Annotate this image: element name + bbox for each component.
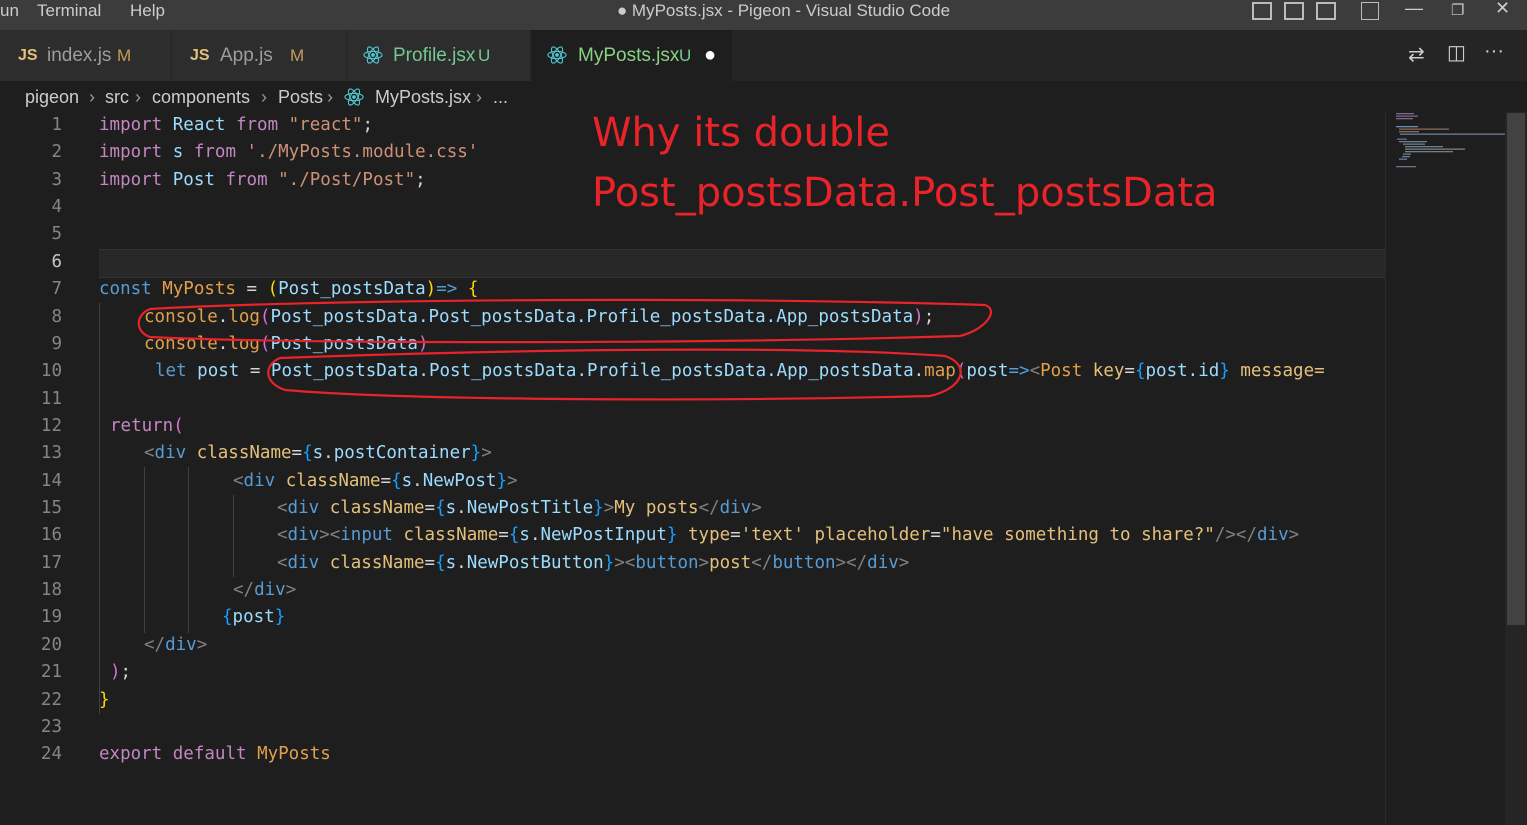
current-line-highlight — [99, 249, 1385, 278]
line-number: 14 — [40, 471, 62, 491]
line-number: 1 — [51, 115, 62, 135]
code-line-20: </div> — [144, 635, 208, 655]
code-line-24: export default MyPosts — [99, 744, 331, 764]
tab-profile-jsx[interactable]: Profile.jsx U — [347, 30, 531, 81]
minimap-preview — [1396, 113, 1510, 168]
indent-guide — [99, 303, 100, 714]
line-number: 2 — [51, 142, 62, 162]
code-editor[interactable]: 1 2 3 4 5 6 7 8 9 10 11 12 13 14 15 16 1… — [0, 112, 1385, 825]
tab-label: index.js — [47, 45, 112, 66]
tab-index-js[interactable]: JS index.js M — [0, 30, 172, 81]
breadcrumb-posts[interactable]: Posts — [278, 82, 323, 112]
js-file-icon: JS — [18, 47, 38, 64]
line-number: 20 — [40, 635, 62, 655]
chevron-right-icon: › — [261, 87, 267, 107]
restore-icon[interactable]: ❐ — [1451, 1, 1464, 19]
code-line-18: </div> — [233, 580, 297, 600]
line-number: 16 — [40, 525, 62, 545]
compare-changes-icon[interactable]: ⇄ — [1408, 42, 1425, 67]
modified-badge: M — [117, 46, 132, 65]
tab-label: Profile.jsx — [393, 45, 476, 66]
breadcrumb: pigeon › src › components › Posts › MyPo… — [0, 82, 1385, 112]
code-line-14: <div className={s.NewPost}> — [233, 471, 518, 491]
line-number: 24 — [40, 744, 62, 764]
chevron-right-icon: › — [89, 87, 95, 107]
code-line-21: ); — [110, 662, 132, 682]
line-number: 11 — [40, 389, 62, 409]
line-number: 23 — [40, 717, 62, 737]
code-line-7: const MyPosts = (Post_postsData)=> { — [99, 279, 479, 299]
react-icon — [547, 46, 567, 64]
code-line-10: let post = Post_postsData.Post_postsData… — [155, 361, 1325, 381]
title-bar: un Terminal Help ● MyPosts.jsx - Pigeon … — [0, 0, 1527, 30]
code-line-16: <div><input className={s.NewPostInput} t… — [277, 525, 1300, 545]
breadcrumb-src[interactable]: src — [105, 82, 129, 112]
annotation-question-line-2: Post_postsData.Post_postsData — [592, 170, 1218, 216]
code-line-19: {post} — [222, 607, 286, 627]
line-number: 4 — [51, 197, 62, 217]
untracked-badge: U — [679, 46, 692, 65]
code-line-3: import Post from "./Post/Post"; — [99, 170, 426, 190]
split-editor-icon[interactable]: ◫ — [1447, 40, 1466, 65]
scrollbar-thumb[interactable] — [1507, 113, 1525, 625]
close-icon[interactable]: ✕ — [1495, 0, 1510, 19]
chevron-right-icon: › — [135, 87, 141, 107]
toggle-secondary-sidebar-icon[interactable] — [1316, 2, 1336, 20]
unsaved-dot-icon[interactable]: ● — [704, 30, 716, 81]
code-line-1: import React from "react"; — [99, 115, 373, 135]
code-line-13: <div className={s.postContainer}> — [144, 443, 492, 463]
toggle-panel-icon[interactable] — [1284, 2, 1304, 20]
indent-guide — [188, 467, 189, 633]
line-number: 21 — [40, 662, 62, 682]
toggle-primary-sidebar-icon[interactable] — [1252, 2, 1272, 20]
line-number: 5 — [51, 224, 62, 244]
chevron-right-icon: › — [476, 87, 482, 107]
line-number: 9 — [51, 334, 62, 354]
react-icon — [363, 46, 383, 64]
tab-myposts-jsx[interactable]: MyPosts.jsx U ● — [531, 30, 733, 81]
line-number: 22 — [40, 690, 62, 710]
indent-guide — [233, 495, 234, 577]
breadcrumb-symbol[interactable]: ... — [493, 82, 508, 112]
breadcrumb-components[interactable]: components — [152, 82, 250, 112]
line-number: 12 — [40, 416, 62, 436]
line-number: 6 — [51, 252, 62, 272]
tab-bar: JS index.js M JS App.js M Profile.jsx U … — [0, 30, 1527, 81]
annotation-overlay — [137, 298, 992, 401]
untracked-badge: U — [478, 46, 491, 65]
code-line-15: <div className={s.NewPostTitle}>My posts… — [277, 498, 762, 518]
indent-guide — [144, 467, 145, 633]
code-line-9: console.log(Post_postsData) — [144, 334, 429, 354]
line-number: 17 — [40, 553, 62, 573]
line-number: 7 — [51, 279, 62, 299]
line-number: 15 — [40, 498, 62, 518]
js-file-icon: JS — [190, 47, 210, 64]
line-number: 19 — [40, 607, 62, 627]
modified-badge: M — [290, 46, 305, 65]
line-number: 8 — [51, 307, 62, 327]
line-number: 13 — [40, 443, 62, 463]
code-line-8: console.log(Post_postsData.Post_postsDat… — [144, 307, 935, 327]
breadcrumb-file[interactable]: MyPosts.jsx — [375, 82, 471, 112]
line-number: 18 — [40, 580, 62, 600]
customize-layout-icon[interactable] — [1361, 2, 1379, 20]
minimize-icon[interactable]: — — [1405, 0, 1423, 19]
code-line-22: } — [99, 690, 110, 710]
tab-app-js[interactable]: JS App.js M — [172, 30, 347, 81]
line-number: 3 — [51, 170, 62, 190]
breadcrumb-pigeon[interactable]: pigeon — [25, 82, 79, 112]
annotation-question-line-1: Why its double — [592, 110, 890, 156]
tab-label: MyPosts.jsx — [578, 45, 680, 66]
chevron-right-icon: › — [327, 87, 333, 107]
tab-label: App.js — [220, 45, 273, 66]
more-actions-icon[interactable]: ··· — [1484, 40, 1504, 63]
code-line-12: return( — [110, 416, 184, 436]
code-line-2: import s from './MyPosts.module.css' — [99, 142, 479, 162]
code-line-17: <div className={s.NewPostButton}><button… — [277, 553, 910, 573]
react-icon — [344, 88, 364, 106]
line-number: 10 — [40, 361, 62, 381]
